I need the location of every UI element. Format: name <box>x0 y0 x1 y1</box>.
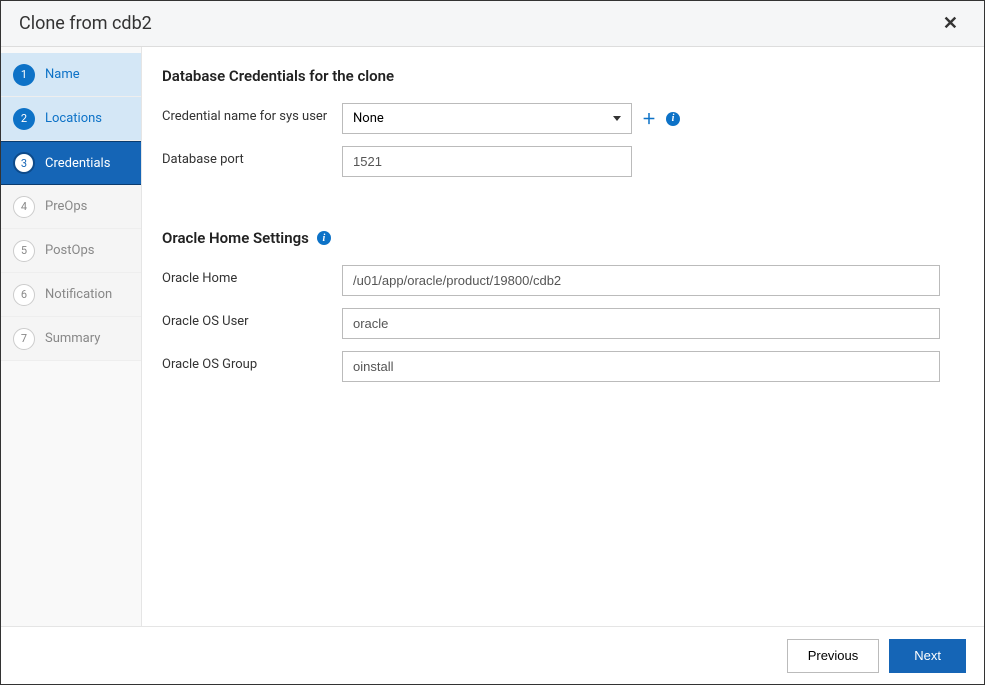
step-postops[interactable]: 5 PostOps <box>1 229 141 273</box>
oracle-os-user-label: Oracle OS User <box>162 308 342 329</box>
step-label: PostOps <box>45 243 94 258</box>
info-icon[interactable]: i <box>666 112 680 126</box>
oracle-os-user-input[interactable] <box>342 308 940 339</box>
row-credential-name: Credential name for sys user None ＋ i <box>162 103 954 134</box>
step-number: 4 <box>13 196 35 218</box>
info-icon[interactable]: i <box>317 231 331 245</box>
step-label: Locations <box>45 111 102 126</box>
section-db-credentials-title: Database Credentials for the clone <box>162 67 954 85</box>
step-label: Name <box>45 67 80 82</box>
step-notification[interactable]: 6 Notification <box>1 273 141 317</box>
step-label: Notification <box>45 287 112 302</box>
database-port-label: Database port <box>162 146 342 167</box>
step-label: Summary <box>45 331 100 346</box>
wizard-sidebar: 1 Name 2 Locations 3 Credentials 4 PreOp… <box>1 47 142 626</box>
caret-down-icon <box>613 116 621 121</box>
row-oracle-os-user: Oracle OS User <box>162 308 954 339</box>
database-port-controls <box>342 146 632 177</box>
step-label: PreOps <box>45 199 87 214</box>
step-credentials[interactable]: 3 Credentials <box>1 141 141 185</box>
oracle-home-label: Oracle Home <box>162 265 342 286</box>
close-button[interactable]: ✕ <box>935 9 966 38</box>
row-oracle-home: Oracle Home <box>162 265 954 296</box>
step-number: 7 <box>13 328 35 350</box>
step-number: 1 <box>13 64 35 86</box>
step-number: 2 <box>13 108 35 130</box>
step-name[interactable]: 1 Name <box>1 53 141 97</box>
row-database-port: Database port <box>162 146 954 177</box>
dialog-title: Clone from cdb2 <box>19 13 152 34</box>
step-number: 5 <box>13 240 35 262</box>
step-number: 6 <box>13 284 35 306</box>
oracle-home-settings-label: Oracle Home Settings <box>162 229 309 247</box>
credential-name-controls: None ＋ i <box>342 103 680 134</box>
step-locations[interactable]: 2 Locations <box>1 97 141 141</box>
credential-name-value: None <box>353 111 384 126</box>
step-label: Credentials <box>45 156 110 171</box>
database-port-input[interactable] <box>342 146 632 177</box>
add-credential-button[interactable]: ＋ <box>642 109 656 129</box>
oracle-home-input[interactable] <box>342 265 940 296</box>
row-oracle-os-group: Oracle OS Group <box>162 351 954 382</box>
main-content: Database Credentials for the clone Crede… <box>142 47 984 626</box>
oracle-os-group-input[interactable] <box>342 351 940 382</box>
previous-button[interactable]: Previous <box>787 639 880 673</box>
credential-name-select[interactable]: None <box>342 103 632 134</box>
section-oracle-home-title: Oracle Home Settings i <box>162 229 954 247</box>
dialog-body: 1 Name 2 Locations 3 Credentials 4 PreOp… <box>1 47 984 626</box>
dialog-footer: Previous Next <box>1 626 984 684</box>
credential-name-label: Credential name for sys user <box>162 103 342 124</box>
dialog-header: Clone from cdb2 ✕ <box>1 1 984 47</box>
oracle-os-group-label: Oracle OS Group <box>162 351 342 372</box>
step-summary[interactable]: 7 Summary <box>1 317 141 361</box>
next-button[interactable]: Next <box>889 639 966 673</box>
step-number: 3 <box>13 152 35 174</box>
step-preops[interactable]: 4 PreOps <box>1 185 141 229</box>
